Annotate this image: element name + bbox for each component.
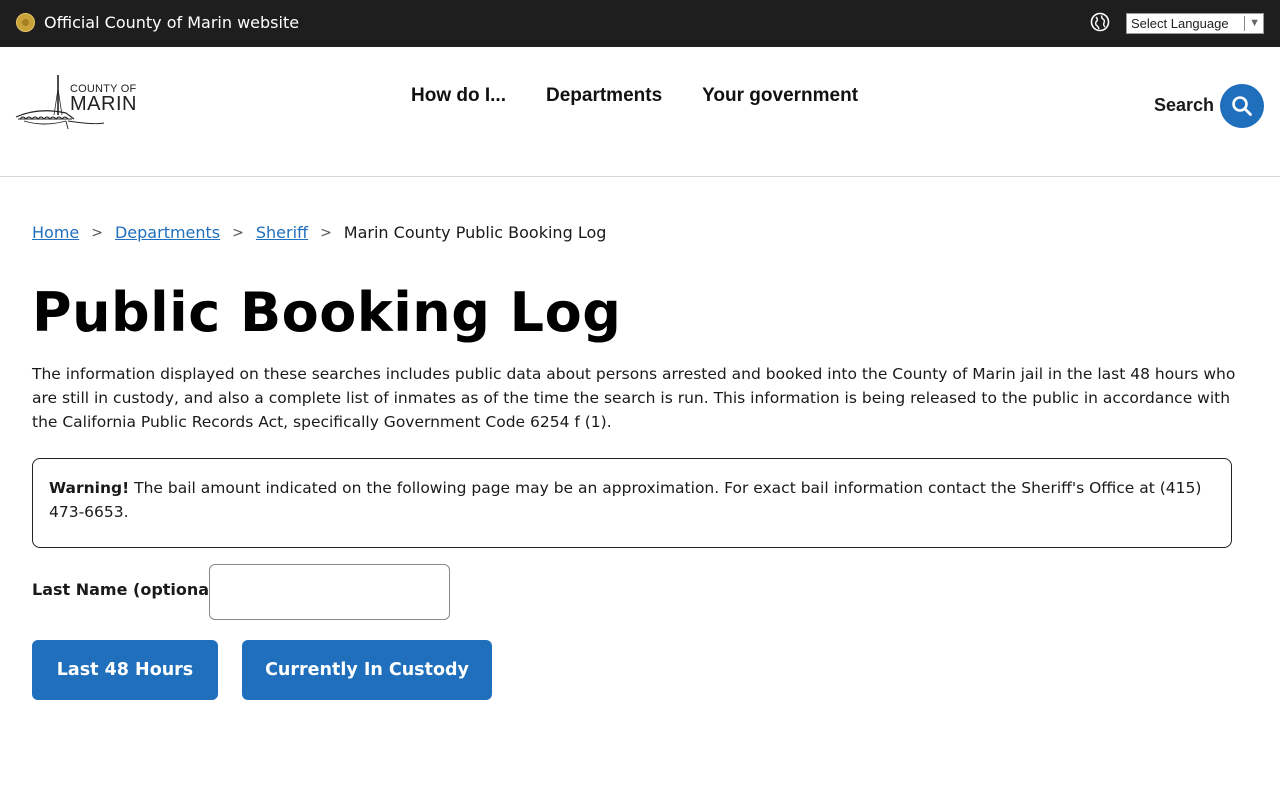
- last-name-input[interactable]: [209, 564, 450, 620]
- last-name-label: Last Name (optional):: [32, 580, 229, 599]
- nav-how-do-i[interactable]: How do I...: [411, 85, 506, 107]
- language-select[interactable]: Select Language ▼: [1126, 13, 1264, 34]
- breadcrumb-home-link[interactable]: Home: [32, 223, 79, 242]
- search-label[interactable]: Search: [1154, 95, 1214, 116]
- language-select-label: Select Language: [1131, 16, 1229, 31]
- official-site-bar: Official County of Marin website Select …: [0, 0, 1280, 47]
- page-title: Public Booking Log: [32, 281, 622, 344]
- warning-text: The bail amount indicated on the followi…: [49, 479, 1202, 521]
- official-site-text: Official County of Marin website: [44, 13, 300, 32]
- site-header: COUNTY OF MARIN How do I... Departments …: [0, 47, 1280, 177]
- globe-icon: [1090, 12, 1110, 32]
- language-select-divider: [1244, 16, 1245, 31]
- search-icon: [1232, 96, 1252, 116]
- logo-marin-text: MARIN: [70, 93, 137, 115]
- county-seal-icon: [16, 13, 35, 32]
- breadcrumb: Home > Departments > Sheriff > Marin Cou…: [32, 223, 606, 242]
- search-button[interactable]: [1220, 84, 1264, 128]
- breadcrumb-separator: >: [91, 224, 103, 241]
- chevron-down-icon: ▼: [1249, 17, 1260, 29]
- breadcrumb-sheriff-link[interactable]: Sheriff: [256, 223, 308, 242]
- nav-your-government[interactable]: Your government: [702, 85, 858, 107]
- breadcrumb-current-page: Marin County Public Booking Log: [343, 223, 607, 242]
- county-of-marin-logo[interactable]: COUNTY OF MARIN: [14, 71, 138, 131]
- bail-warning-box: Warning! The bail amount indicated on th…: [32, 458, 1232, 548]
- currently-in-custody-button[interactable]: Currently In Custody: [242, 640, 492, 700]
- main-nav: How do I... Departments Your government: [411, 85, 858, 107]
- breadcrumb-separator: >: [232, 224, 244, 241]
- last-48-hours-button[interactable]: Last 48 Hours: [32, 640, 218, 700]
- warning-heading: Warning!: [49, 479, 130, 497]
- intro-paragraph: The information displayed on these searc…: [32, 365, 1236, 431]
- breadcrumb-separator: >: [320, 224, 332, 241]
- breadcrumb-departments-link[interactable]: Departments: [115, 223, 220, 242]
- nav-departments[interactable]: Departments: [546, 85, 662, 107]
